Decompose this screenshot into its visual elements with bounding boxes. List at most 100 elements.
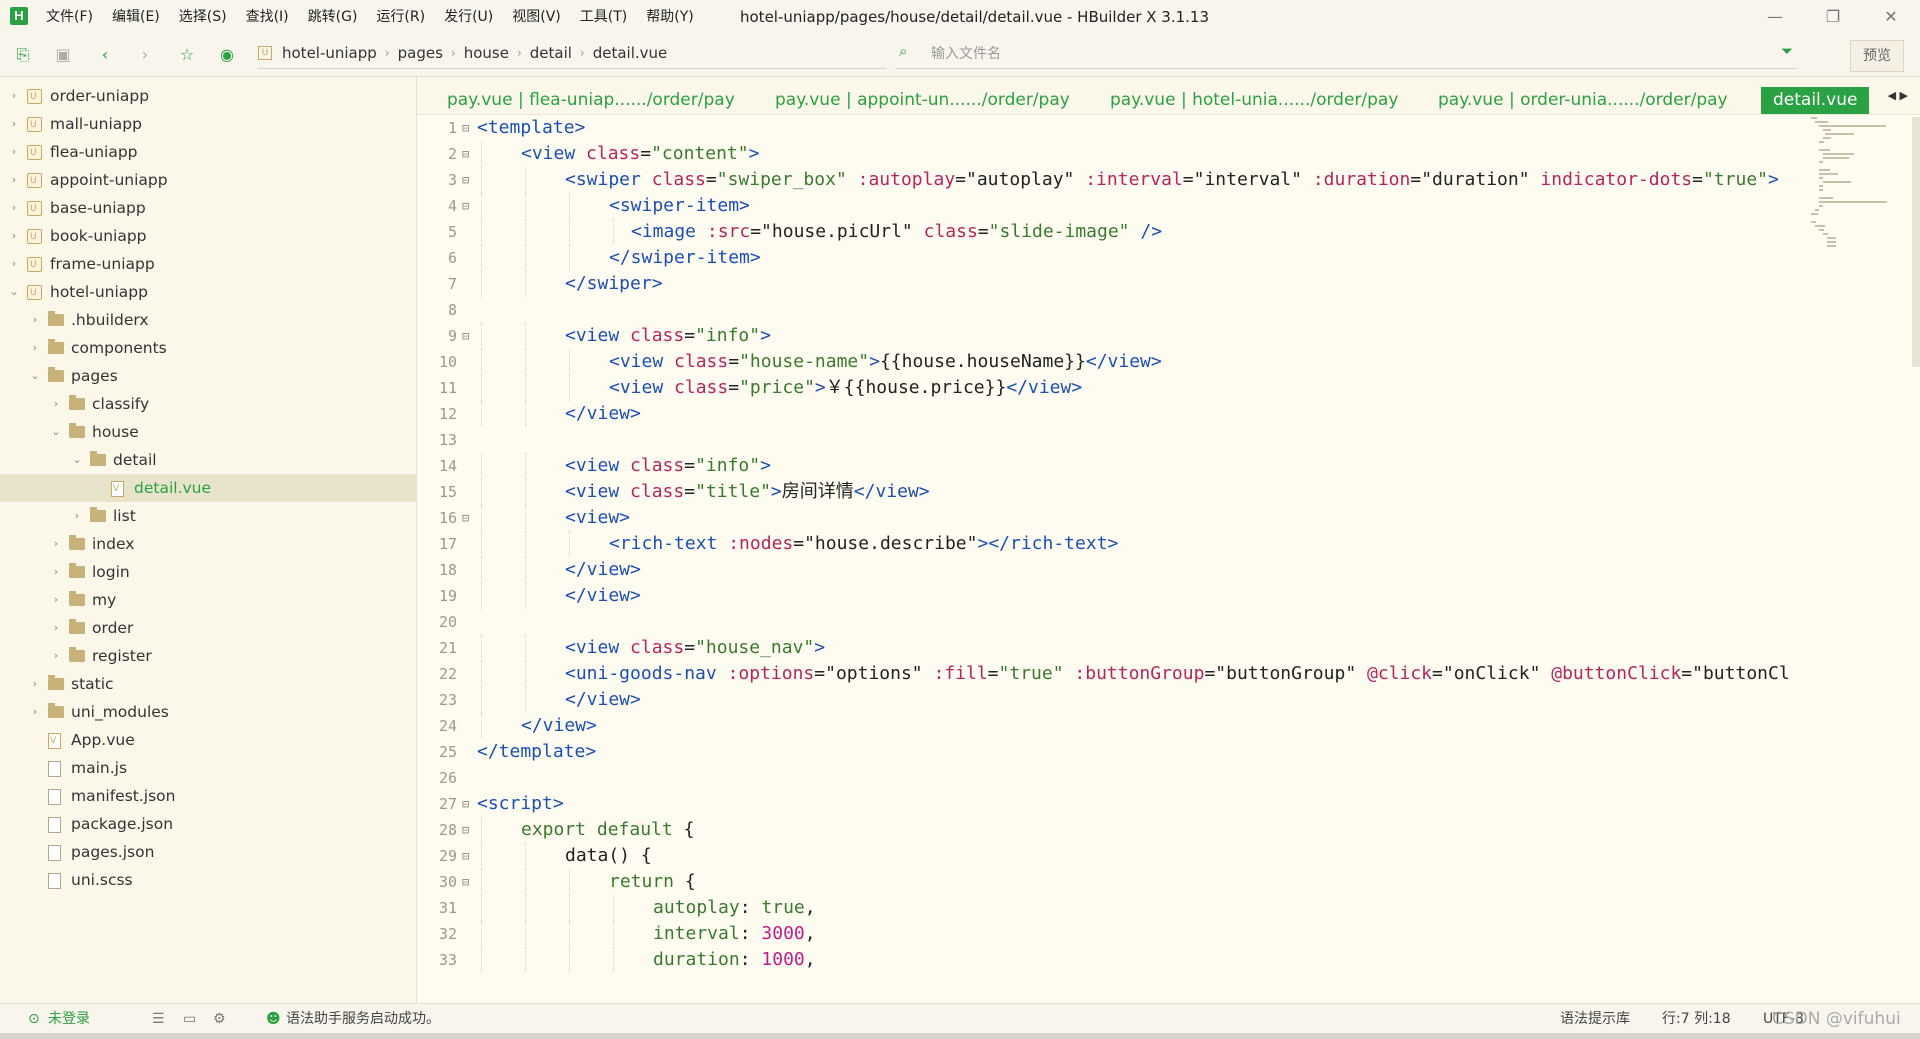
tree-item[interactable]: uni.scss	[0, 866, 416, 894]
minimize-icon[interactable]: —	[1746, 0, 1804, 34]
console-icon[interactable]: ▭	[183, 1004, 196, 1034]
menu-item[interactable]: 工具(T)	[580, 0, 627, 34]
chevron-right-icon[interactable]: ›	[8, 166, 20, 194]
tree-item[interactable]: detail.vue	[0, 474, 416, 503]
syntax-lib-button[interactable]: 语法提示库	[1560, 1004, 1630, 1034]
tab-scroll-arrows-icon[interactable]: ◀ ▶	[1888, 89, 1908, 102]
tree-item[interactable]: package.json	[0, 810, 416, 838]
tree-item[interactable]: ⌄ pages	[0, 362, 416, 390]
tree-item[interactable]: › base-uniapp	[0, 194, 416, 223]
close-icon[interactable]: ✕	[1862, 0, 1920, 34]
star-icon[interactable]: ☆	[176, 44, 198, 66]
chevron-right-icon[interactable]: ›	[29, 334, 41, 362]
fold-toggle-icon[interactable]: ⊟	[462, 869, 469, 895]
plugin-icon[interactable]: ⚙	[213, 1004, 226, 1034]
editor-tab[interactable]: pay.vue | flea-uniap....../order/pay	[447, 77, 735, 114]
chevron-right-icon[interactable]: ›	[29, 698, 41, 726]
fold-toggle-icon[interactable]: ⊟	[462, 167, 469, 193]
tree-item[interactable]: › appoint-uniapp	[0, 166, 416, 195]
file-search-input[interactable]	[929, 42, 1733, 66]
chevron-right-icon[interactable]: ›	[8, 250, 20, 278]
tree-item[interactable]: › my	[0, 586, 416, 614]
chevron-right-icon[interactable]: ›	[8, 194, 20, 222]
breadcrumb-item[interactable]: hotel-uniapp	[282, 44, 377, 62]
menu-item[interactable]: 编辑(E)	[112, 0, 160, 34]
chevron-right-icon[interactable]: ›	[8, 82, 20, 110]
run-icon[interactable]: ◉	[216, 44, 238, 66]
back-icon[interactable]: ‹	[94, 44, 116, 66]
breadcrumb-item[interactable]: pages	[398, 44, 443, 62]
chevron-right-icon[interactable]: ›	[29, 670, 41, 698]
fold-toggle-icon[interactable]: ⊟	[462, 791, 469, 817]
chevron-right-icon[interactable]: ›	[50, 558, 62, 586]
menu-item[interactable]: 发行(U)	[444, 0, 493, 34]
chevron-right-icon[interactable]: ›	[50, 614, 62, 642]
cursor-position[interactable]: 行:7 列:18	[1662, 1004, 1731, 1034]
breadcrumb-item[interactable]: detail.vue	[593, 44, 668, 62]
minimap[interactable]	[1809, 114, 1909, 964]
editor-tab[interactable]: pay.vue | appoint-un....../order/pay	[775, 77, 1070, 114]
menu-item[interactable]: 运行(R)	[376, 0, 425, 34]
tree-item[interactable]: › order-uniapp	[0, 82, 416, 111]
fold-toggle-icon[interactable]: ⊟	[462, 193, 469, 219]
chevron-down-icon[interactable]: ⌄	[50, 418, 62, 446]
save-icon[interactable]: ▣	[52, 44, 74, 66]
chevron-right-icon[interactable]: ›	[71, 502, 83, 530]
menu-item[interactable]: 文件(F)	[46, 0, 93, 34]
chevron-right-icon[interactable]: ›	[8, 110, 20, 138]
fold-toggle-icon[interactable]: ⊟	[462, 817, 469, 843]
tree-item[interactable]: › .hbuilderx	[0, 306, 416, 334]
chevron-down-icon[interactable]: ⌄	[8, 278, 20, 306]
menu-item[interactable]: 选择(S)	[179, 0, 227, 34]
tree-item[interactable]: › frame-uniapp	[0, 250, 416, 279]
vertical-scrollbar[interactable]	[1912, 117, 1920, 367]
tree-item[interactable]: › login	[0, 558, 416, 586]
tree-item[interactable]: › classify	[0, 390, 416, 418]
editor-tab[interactable]: pay.vue | hotel-unia....../order/pay	[1110, 77, 1398, 114]
editor-tab[interactable]: pay.vue | order-unia....../order/pay	[1438, 77, 1728, 114]
tree-item[interactable]: pages.json	[0, 838, 416, 866]
menu-item[interactable]: 视图(V)	[512, 0, 561, 34]
tree-item[interactable]: › static	[0, 670, 416, 698]
tree-item[interactable]: ⌄ house	[0, 418, 416, 446]
list-icon[interactable]: ☰	[152, 1004, 165, 1034]
fold-toggle-icon[interactable]: ⊟	[462, 115, 469, 141]
tree-item[interactable]: manifest.json	[0, 782, 416, 810]
chevron-down-icon[interactable]: ⌄	[29, 362, 41, 390]
maximize-icon[interactable]: ❐	[1804, 0, 1862, 34]
chevron-right-icon[interactable]: ›	[50, 390, 62, 418]
chevron-right-icon[interactable]: ›	[50, 642, 62, 670]
fold-toggle-icon[interactable]: ⊟	[462, 141, 469, 167]
tree-item[interactable]: › order	[0, 614, 416, 642]
menu-item[interactable]: 查找(I)	[246, 0, 289, 34]
chevron-right-icon[interactable]: ›	[50, 586, 62, 614]
tree-item[interactable]: › uni_modules	[0, 698, 416, 726]
preview-button[interactable]: 预览	[1850, 40, 1904, 72]
tree-item[interactable]: › components	[0, 334, 416, 362]
chevron-right-icon[interactable]: ›	[29, 306, 41, 334]
login-status[interactable]: 未登录	[48, 1004, 90, 1034]
fold-toggle-icon[interactable]: ⊟	[462, 843, 469, 869]
tree-item[interactable]: ⌄ hotel-uniapp	[0, 278, 416, 307]
tree-item[interactable]: › flea-uniapp	[0, 138, 416, 167]
chevron-right-icon[interactable]: ›	[8, 222, 20, 250]
tree-item[interactable]: › mall-uniapp	[0, 110, 416, 139]
horizontal-scrollbar[interactable]	[0, 1033, 1920, 1039]
tree-item[interactable]: App.vue	[0, 726, 416, 755]
chevron-down-icon[interactable]: ⌄	[71, 446, 83, 474]
tree-item[interactable]: › register	[0, 642, 416, 670]
tree-item[interactable]: › index	[0, 530, 416, 558]
filter-icon[interactable]: ⏷	[1781, 42, 1793, 60]
tree-item[interactable]: ⌄ detail	[0, 446, 416, 474]
breadcrumb-item[interactable]: detail	[530, 44, 572, 62]
user-icon[interactable]: ⊙	[28, 1004, 40, 1034]
fold-toggle-icon[interactable]: ⊟	[462, 323, 469, 349]
editor-tab[interactable]: detail.vue	[1761, 87, 1870, 114]
fold-toggle-icon[interactable]: ⊟	[462, 505, 469, 531]
tree-item[interactable]: › book-uniapp	[0, 222, 416, 251]
breadcrumb-item[interactable]: house	[464, 44, 509, 62]
chevron-right-icon[interactable]: ›	[50, 530, 62, 558]
tree-item[interactable]: › list	[0, 502, 416, 530]
chevron-right-icon[interactable]: ›	[8, 138, 20, 166]
menu-item[interactable]: 跳转(G)	[308, 0, 358, 34]
